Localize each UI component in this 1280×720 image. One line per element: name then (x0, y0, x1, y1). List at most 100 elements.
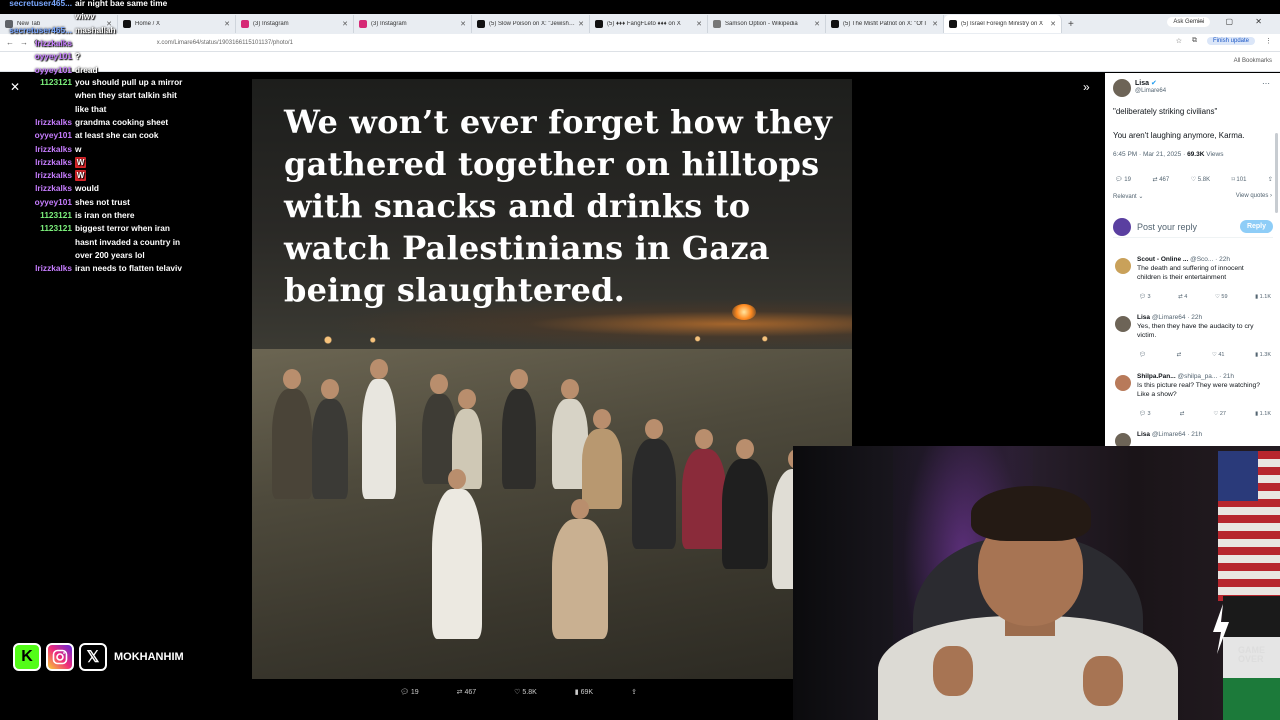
finish-update-button[interactable]: Finish update (1206, 37, 1255, 45)
chat-username[interactable]: lrizzkalks (0, 116, 72, 129)
tab-close-icon[interactable]: ✕ (814, 20, 820, 28)
crowd-person (362, 379, 396, 499)
heart-icon[interactable]: ♡ 41 (1212, 352, 1225, 358)
heart-icon[interactable]: ♡ 59 (1215, 294, 1228, 300)
all-bookmarks-link[interactable]: All Bookmarks (1234, 58, 1272, 64)
like-count: 59 (1221, 294, 1228, 300)
reply-input[interactable]: Post your reply (1137, 222, 1240, 232)
reply-sort-dropdown[interactable]: Relevant ⌄ (1113, 193, 1143, 200)
views-action[interactable]: ▮ 69K (575, 688, 593, 696)
share-icon[interactable]: ⇪ (631, 688, 637, 696)
bookmark-star-icon[interactable]: ☆ (1176, 37, 1182, 45)
like-action[interactable]: ♡ 5.8K (514, 688, 537, 696)
browser-tab[interactable]: (3) Instagram ✕ (236, 15, 354, 33)
chat-username[interactable]: lrizzkalks (0, 182, 72, 195)
url-field[interactable]: x.com/Limare64/status/1903166115101137/p… (157, 40, 293, 46)
chat-message: oyyey101? (0, 50, 185, 63)
window-controls[interactable]: – ▢ ✕ (1199, 17, 1272, 26)
stream-screen: { "browser": { "tabs": [ {"label": "New … (0, 0, 1280, 720)
bookmark-button[interactable]: ⌑ 101 (1232, 176, 1247, 183)
tab-close-icon[interactable]: ✕ (696, 20, 702, 28)
chat-username[interactable]: lrizzkalks (0, 143, 72, 156)
reply-action[interactable]: 💬︎ 19 (400, 688, 419, 696)
chat-username[interactable]: 1123121 (0, 209, 72, 222)
reply-icon[interactable]: 💬︎ 3 (1139, 411, 1151, 417)
reply-author[interactable]: Shilpa.Pan... (1137, 373, 1176, 380)
view-count: 1.3K (1259, 352, 1271, 358)
reply-author[interactable]: Lisa (1137, 431, 1150, 438)
avatar[interactable] (1115, 258, 1131, 274)
crowd-head (448, 469, 466, 489)
reply-author[interactable]: Lisa (1137, 314, 1150, 321)
views-icon[interactable]: ▮ 1.1K (1255, 294, 1271, 300)
chat-username[interactable]: secretuser465... (0, 24, 72, 37)
reply-icon[interactable]: 💬︎ (1139, 352, 1146, 358)
chat-username[interactable]: lrizzkalks (0, 37, 72, 50)
tab-close-icon[interactable]: ✕ (224, 20, 230, 28)
extensions-icon[interactable]: ⧉ (1192, 37, 1197, 45)
browser-tab[interactable]: (3) Instagram ✕ (354, 15, 472, 33)
reply-text: The death and suffering of innocent chil… (1137, 265, 1244, 281)
expand-panel-icon[interactable]: » (1083, 80, 1090, 94)
browser-tab[interactable]: Samson Option - Wikipedia ✕ (708, 15, 826, 33)
view-quotes-link[interactable]: View quotes › (1236, 193, 1272, 199)
repost-icon[interactable]: ⇄ 4 (1178, 294, 1187, 300)
avatar[interactable] (1115, 375, 1131, 391)
tab-close-icon[interactable]: ✕ (932, 20, 938, 28)
repost-icon[interactable]: ⇄ (1177, 352, 1182, 358)
views-icon[interactable]: ▮ 1.1K (1255, 411, 1271, 417)
tab-close-icon[interactable]: ✕ (460, 20, 466, 28)
browser-tab[interactable]: (5) Israel Foreign Ministry on X ✕ (944, 15, 1062, 33)
browser-tab[interactable]: (5) ♦♦♦ FangFLeto ♦♦♦ on X ✕ (590, 15, 708, 33)
chat-username[interactable]: lrizzkalks (0, 156, 72, 169)
tab-close-icon[interactable]: ✕ (342, 20, 348, 28)
chat-username[interactable]: oyyey101 (0, 50, 72, 63)
tab-label: Samson Option - Wikipedia (725, 21, 798, 27)
heart-icon[interactable]: ♡ 27 (1213, 411, 1226, 417)
tab-favicon-icon (241, 20, 249, 28)
reply-button[interactable]: 💬︎ 19 (1115, 176, 1131, 183)
chat-username[interactable]: oyyey101 (0, 129, 72, 142)
chat-username[interactable]: lrizzkalks (0, 262, 72, 275)
reply-author[interactable]: Scout - Online ... (1137, 256, 1188, 263)
menu-icon[interactable]: ⋮ (1265, 37, 1272, 45)
chat-username[interactable]: oyyey101 (0, 196, 72, 209)
post-author[interactable]: Lisa ✔ @Limare64 (1113, 79, 1166, 97)
view-count: 1.1K (1259, 411, 1271, 417)
author-name[interactable]: Lisa (1135, 80, 1149, 87)
chat-username[interactable]: secretuser465... (0, 0, 72, 10)
repost-icon: ⇄ (456, 689, 463, 696)
reply-icon[interactable]: 💬︎ 3 (1139, 294, 1151, 300)
repost-count: 467 (464, 689, 477, 696)
tab-close-icon[interactable]: ✕ (578, 20, 584, 28)
chat-message: oyyey101 shes not trust (0, 196, 185, 209)
repost-icon[interactable]: ⇄ (1180, 411, 1185, 417)
distant-lights (272, 334, 832, 346)
share-icon[interactable]: ⇪ (1268, 176, 1273, 183)
crowd-person (312, 399, 348, 499)
chat-text: dread (75, 64, 98, 75)
views-icon[interactable]: ▮ 1.3K (1255, 352, 1271, 358)
repost-button[interactable]: ⇄ 467 (1153, 176, 1170, 183)
reply-submit-button[interactable]: Reply (1239, 220, 1273, 233)
avatar[interactable] (1113, 79, 1131, 97)
browser-tab[interactable]: (5) Slow Poison on X: "Jewish m ✕ (472, 15, 590, 33)
scrollbar[interactable] (1275, 133, 1278, 213)
browser-tab[interactable]: (5) The Misfit Patriot on X: "Of I ✕ (826, 15, 944, 33)
chat-text: you should pull up a mirror when they st… (75, 77, 183, 114)
chat-username[interactable]: 1123121 (0, 76, 72, 89)
new-tab-button[interactable]: + (1068, 19, 1074, 30)
repost-action[interactable]: ⇄ 467 (457, 688, 477, 696)
reply-text: Is this picture real? They were watching… (1137, 382, 1261, 398)
like-button[interactable]: ♡ 5.8K (1191, 176, 1210, 183)
avatar[interactable] (1115, 316, 1131, 332)
tab-close-icon[interactable]: ✕ (1050, 20, 1056, 28)
post-detail-panel: Lisa ✔ @Limare64 ⋯ "deliberately strikin… (1105, 73, 1280, 446)
chat-username[interactable]: 1123121 (0, 222, 72, 235)
chat-username[interactable]: lrizzkalks (0, 169, 72, 182)
more-icon[interactable]: ⋯ (1262, 79, 1270, 88)
avatar[interactable] (1115, 433, 1131, 446)
crowd-head (736, 439, 754, 459)
author-handle[interactable]: @Limare64 (1135, 88, 1166, 94)
chat-username[interactable]: oyyey101 (0, 64, 72, 77)
